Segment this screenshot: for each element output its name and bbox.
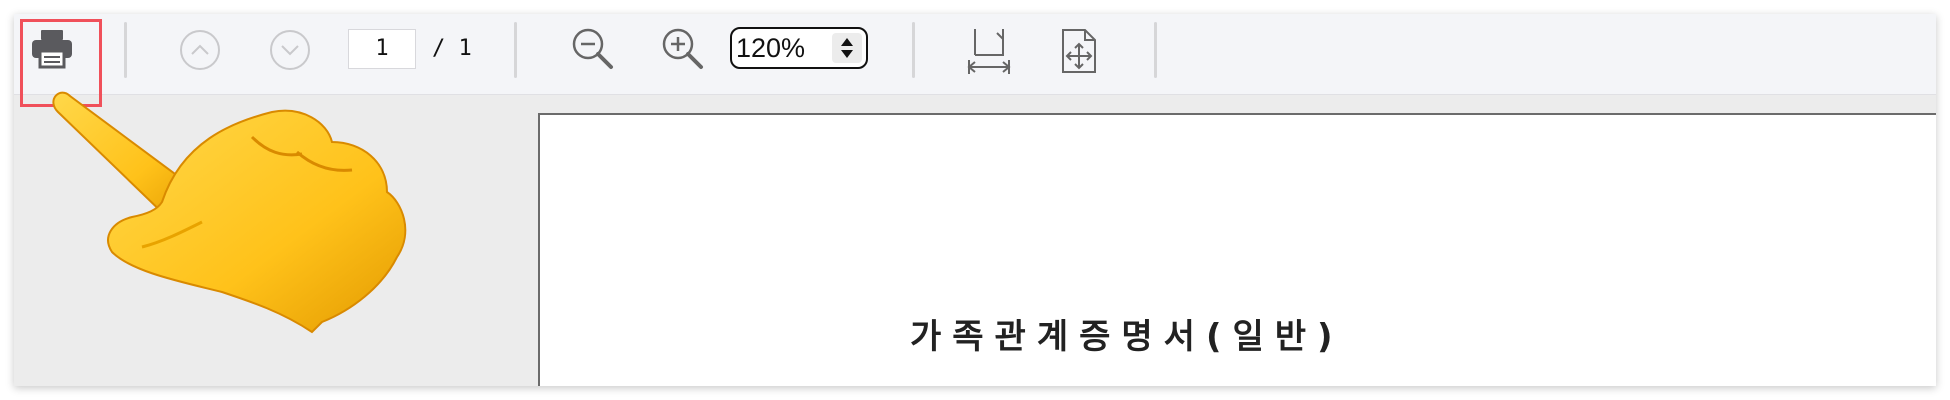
previous-page-button[interactable] (176, 26, 224, 74)
zoom-out-button[interactable] (568, 24, 618, 74)
document-title: 가족관계증명서(일반) (910, 317, 1344, 357)
toolbar-separator (124, 22, 127, 78)
toolbar-separator (1154, 22, 1157, 78)
toolbar-separator (912, 22, 915, 78)
select-arrows-icon (832, 33, 862, 63)
page-number-input[interactable]: 1 (348, 29, 416, 69)
zoom-level-value: 120% (736, 33, 806, 63)
next-page-button[interactable] (266, 26, 314, 74)
zoom-out-icon (572, 28, 613, 69)
print-button[interactable] (20, 19, 102, 107)
zoom-level-select[interactable]: 120% (730, 27, 868, 69)
document-page: 가족관계증명서(일반) (538, 113, 1936, 386)
zoom-in-icon (662, 28, 703, 69)
printer-icon (32, 30, 72, 69)
fit-width-icon (967, 29, 1011, 74)
fit-page-button[interactable] (1054, 22, 1104, 80)
fit-page-icon (1062, 29, 1096, 73)
page-total-label: / 1 (432, 36, 472, 61)
toolbar-separator (514, 22, 517, 78)
pointing-hand-icon (52, 91, 407, 334)
chevron-up-circle-icon (180, 30, 220, 70)
zoom-in-button[interactable] (658, 24, 708, 74)
fit-width-button[interactable] (964, 22, 1014, 80)
chevron-down-circle-icon (270, 30, 310, 70)
